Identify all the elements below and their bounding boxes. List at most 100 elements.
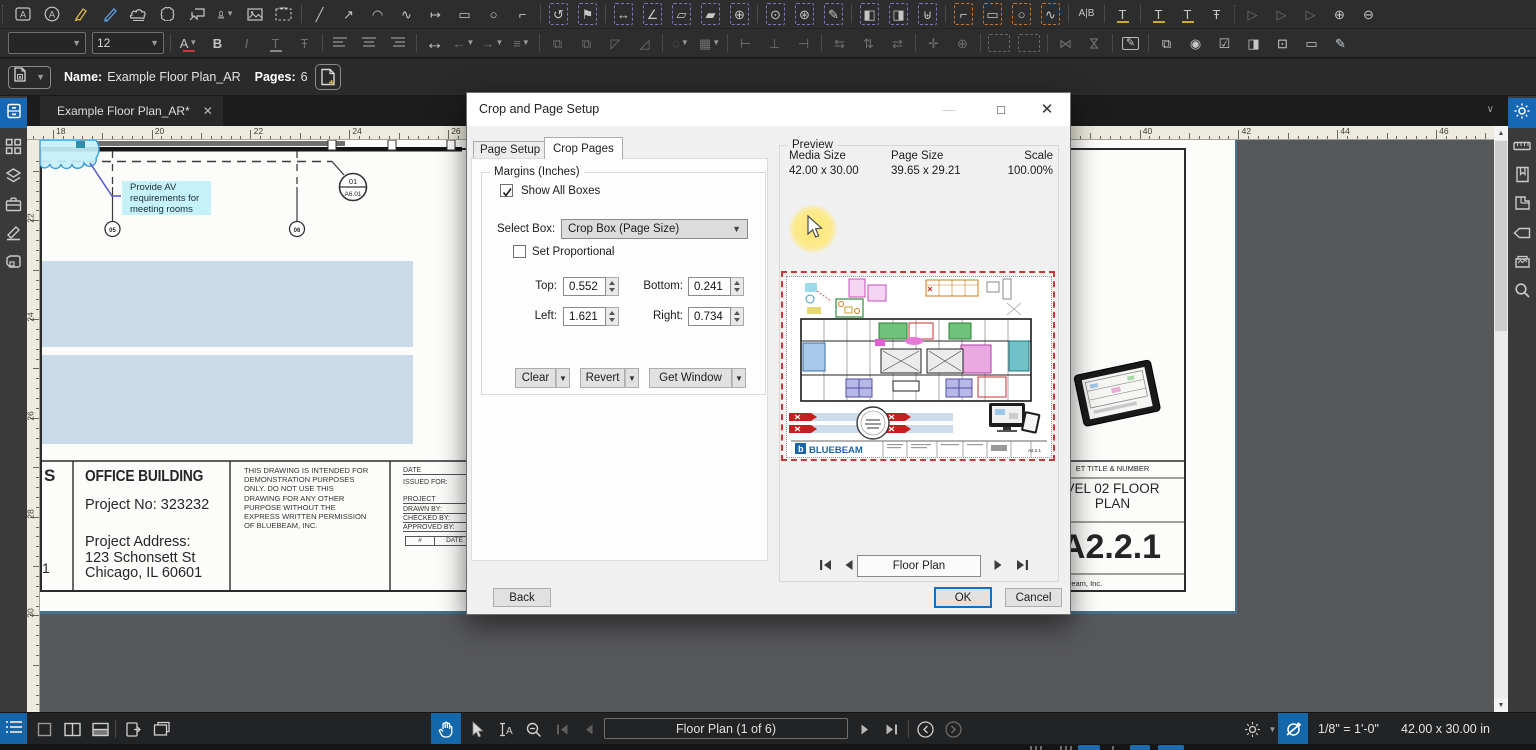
crop-box-preview[interactable]: b BLUEBEAM A2.2.1	[781, 271, 1055, 461]
previous-page-button[interactable]	[580, 713, 598, 745]
select-dashed-button-icon[interactable]	[988, 34, 1010, 52]
file-menu-button[interactable]: ▼	[8, 66, 51, 89]
sidebar-item-spaces[interactable]	[0, 250, 27, 279]
underline-button-icon[interactable]: T	[266, 32, 285, 54]
measure-volume-tool-icon[interactable]: ▰	[701, 3, 720, 25]
clear-dropdown-arrow[interactable]: ▼	[556, 368, 570, 388]
brightness-chevron-icon[interactable]: ▼	[1265, 713, 1279, 745]
highlighter-tool-icon[interactable]	[71, 3, 90, 25]
sidebar-item-toolbox[interactable]	[0, 192, 27, 221]
show-all-boxes-checkbox[interactable]	[500, 184, 513, 197]
preview-page-name[interactable]: Floor Plan	[857, 555, 981, 577]
measure-length-tool-icon[interactable]: ↔	[614, 3, 633, 25]
dimension-tool-icon[interactable]: ↦	[426, 3, 445, 25]
rectangle-tool-icon[interactable]: ▭	[455, 3, 474, 25]
top-margin-input[interactable]: 0.552	[563, 277, 606, 296]
polygon-cloud-tool-icon[interactable]	[158, 3, 177, 25]
last-page-button[interactable]	[880, 713, 902, 745]
count-tool-icon[interactable]: ⊕	[730, 3, 749, 25]
group-dashed-button-icon[interactable]	[1018, 34, 1040, 52]
sync-views-button[interactable]	[123, 713, 144, 745]
split-horizontal-button[interactable]	[90, 713, 110, 745]
line-style-button-icon[interactable]: ≡▼	[512, 32, 531, 54]
close-icon[interactable]: ✕	[1030, 93, 1064, 125]
fill-left-tool-icon[interactable]: ◧	[860, 3, 879, 25]
union-tool-icon[interactable]: ⊎	[918, 3, 937, 25]
move-button-icon[interactable]: ✛	[924, 32, 943, 54]
callout-tool-icon[interactable]	[187, 3, 206, 25]
back-button[interactable]: Back	[493, 588, 551, 607]
checkbox-field-button-icon[interactable]: ☑	[1215, 32, 1234, 54]
minimize-icon[interactable]: ―	[932, 93, 966, 125]
sidebar-item-measurements-ruler[interactable]	[1508, 133, 1536, 162]
next-page-icon[interactable]	[993, 559, 1004, 574]
text-underline-tool-icon[interactable]: T	[1149, 3, 1168, 25]
show-all-boxes-label[interactable]: Show All Boxes	[521, 185, 600, 197]
fill-right-tool-icon[interactable]: ◨	[889, 3, 908, 25]
sidebar-item-thumbnails[interactable]	[0, 134, 27, 163]
first-page-icon[interactable]	[819, 559, 833, 574]
stamp-tool-icon[interactable]: ▼	[216, 3, 235, 25]
cancel-button[interactable]: Cancel	[1005, 588, 1062, 607]
arrow-tool-icon[interactable]: ↗	[339, 3, 358, 25]
first-page-button[interactable]	[552, 713, 572, 745]
bottom-margin-spinner[interactable]	[731, 277, 744, 296]
center-target-button-icon[interactable]: ⊕	[953, 32, 972, 54]
left-margin-input[interactable]: 1.621	[563, 307, 606, 326]
pan-hand-button[interactable]	[431, 713, 461, 745]
dim-cursor-2-icon[interactable]: ▷	[1272, 3, 1291, 25]
dim-cursor-1-icon[interactable]: ▷	[1243, 3, 1262, 25]
italic-button-icon[interactable]: I	[237, 32, 256, 54]
distribute-h-button-icon[interactable]: ⇆	[830, 32, 849, 54]
textbox-field-button-icon[interactable]: ⊡	[1273, 32, 1292, 54]
font-color-button-icon[interactable]: A▼	[179, 32, 198, 54]
add-page-button[interactable]	[315, 64, 341, 90]
sidebar-item-layers[interactable]	[0, 163, 27, 192]
arrow-style-button-icon[interactable]: ↔	[425, 32, 444, 54]
sidebar-item-search[interactable]	[1508, 278, 1536, 307]
stamp-approved-tool-icon[interactable]: ⊛	[795, 3, 814, 25]
next-page-button[interactable]	[856, 713, 874, 745]
brightness-button[interactable]	[1241, 713, 1263, 745]
text-caret-tool-icon[interactable]: T	[1113, 3, 1132, 25]
recent-ellipse-tool-icon[interactable]: ○	[1012, 3, 1031, 25]
bring-forward-button-icon[interactable]: ◸	[606, 32, 625, 54]
last-page-icon[interactable]	[1015, 559, 1029, 574]
sidebar-item-properties-gear[interactable]	[1508, 98, 1536, 128]
rotate-tool-icon[interactable]: ⊙	[766, 3, 785, 25]
flag-tool-icon[interactable]: ⚑	[578, 3, 597, 25]
polygon-tool-icon[interactable]: ⌐	[513, 3, 532, 25]
text-strike-tool-icon[interactable]: Ŧ	[1207, 3, 1226, 25]
single-page-view-button[interactable]	[34, 713, 54, 745]
font-family-dropdown[interactable]: ▼	[8, 32, 86, 54]
line-tool-icon[interactable]: ╱	[310, 3, 329, 25]
flip-horizontal-button-icon[interactable]: ⋈	[1056, 32, 1075, 54]
font-size-dropdown[interactable]: 12▼	[92, 32, 164, 54]
get-window-dropdown-arrow[interactable]: ▼	[732, 368, 746, 388]
arc-tool-icon[interactable]: ◠	[368, 3, 387, 25]
pen-tool-icon[interactable]	[100, 3, 119, 25]
button-field-button-icon[interactable]: ▭	[1302, 32, 1321, 54]
right-margin-spinner[interactable]	[731, 307, 744, 326]
zoom-in-tool-icon[interactable]: ⊕	[1330, 3, 1349, 25]
distribute-s-button-icon[interactable]: ⇄	[888, 32, 907, 54]
tab-crop-pages[interactable]: Crop Pages	[544, 137, 623, 159]
zoom-window-button[interactable]	[522, 713, 546, 745]
set-proportional-label[interactable]: Set Proportional	[532, 246, 614, 258]
sidebar-item-file-access[interactable]	[0, 98, 27, 128]
bottom-margin-input[interactable]: 0.241	[688, 277, 731, 296]
previous-page-icon[interactable]	[843, 559, 854, 574]
set-proportional-checkbox[interactable]	[513, 245, 526, 258]
right-margin-input[interactable]: 0.734	[688, 307, 731, 326]
align-objects-left-button-icon[interactable]: ⊢	[736, 32, 755, 54]
get-window-button[interactable]: Get Window	[649, 368, 732, 388]
align-objects-right-button-icon[interactable]: ⊣	[794, 32, 813, 54]
panel-field-button-icon[interactable]: ◨	[1244, 32, 1263, 54]
revert-dropdown-arrow[interactable]: ▼	[625, 368, 639, 388]
hatch-button-icon[interactable]: ▦▼	[700, 32, 719, 54]
note-tool-icon[interactable]: A	[42, 3, 61, 25]
copy-format-button-icon[interactable]: ⧉	[548, 32, 567, 54]
image-tool-icon[interactable]	[245, 3, 264, 25]
recent-polyline-tool-icon[interactable]: ∿	[1041, 3, 1060, 25]
recent-rectangle-tool-icon[interactable]: ▭	[983, 3, 1002, 25]
